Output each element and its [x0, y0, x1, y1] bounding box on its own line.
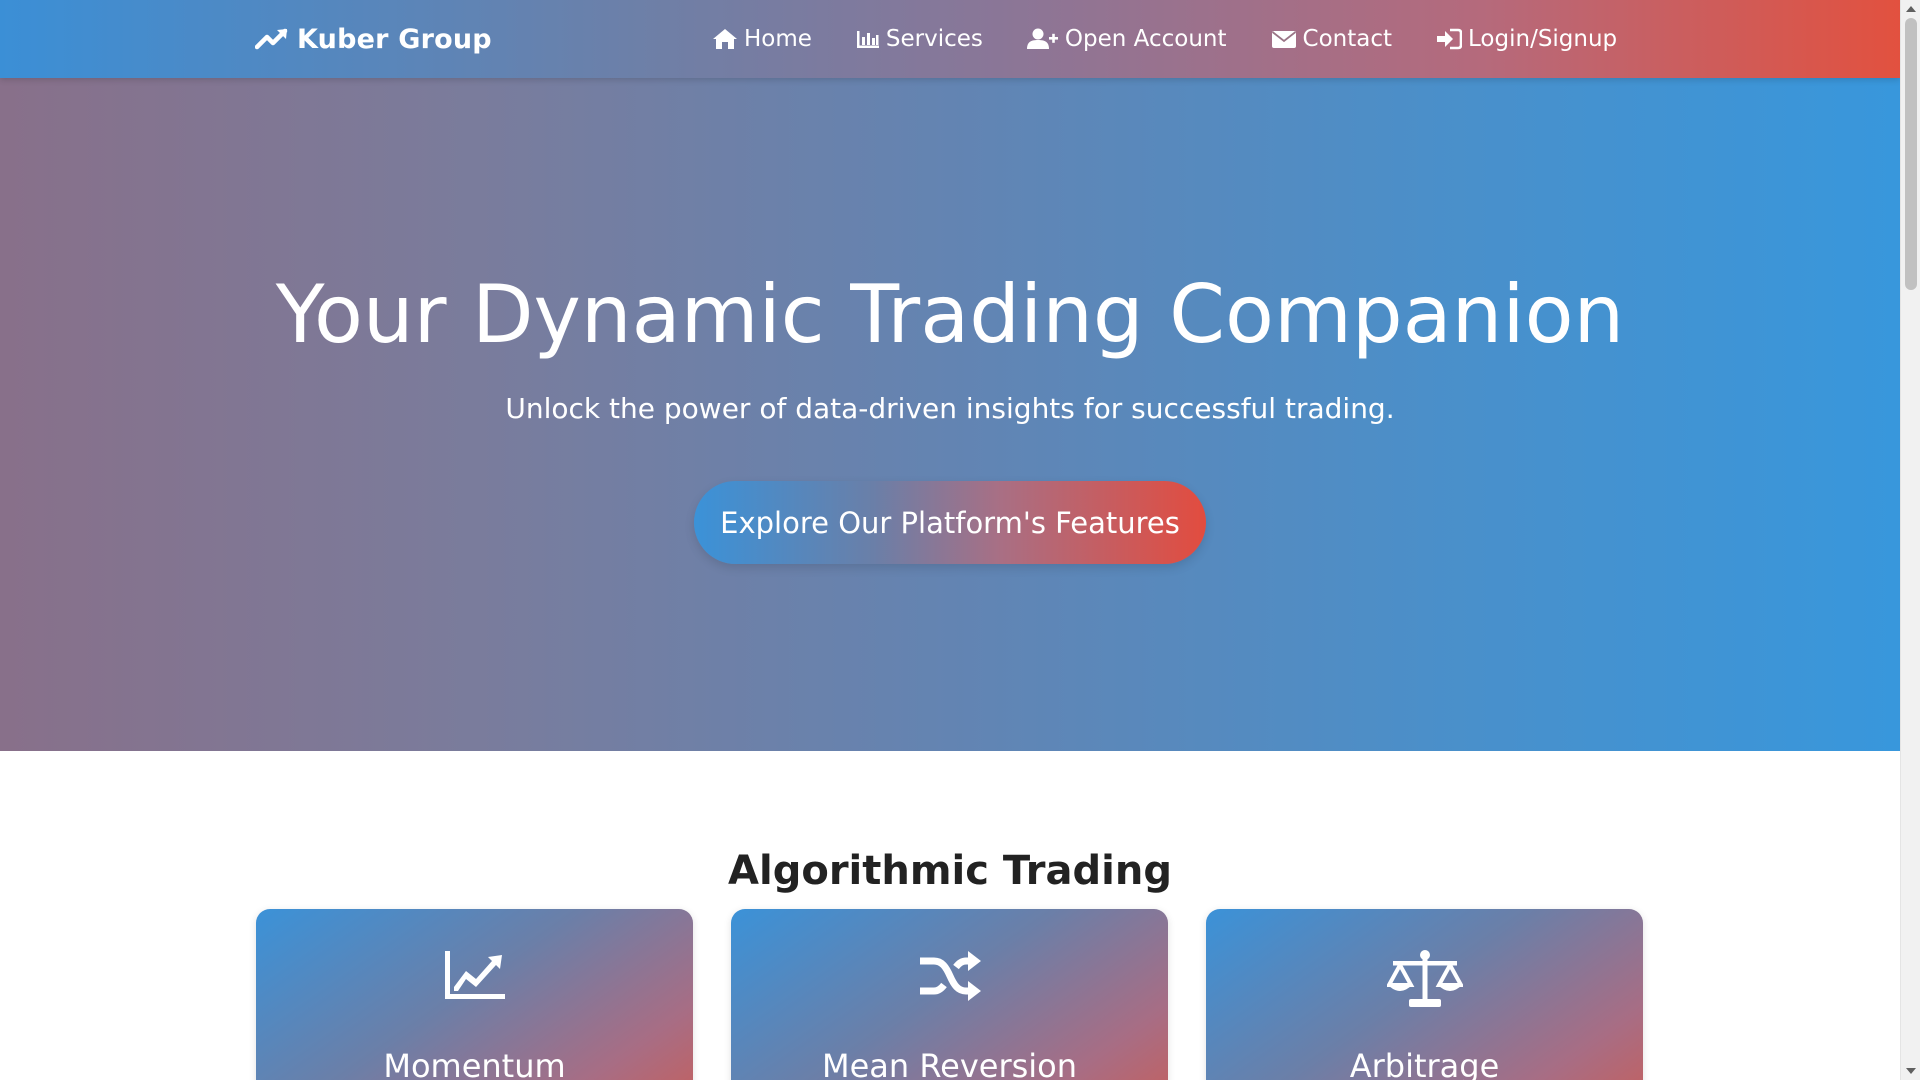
nav-label-home: Home — [744, 26, 812, 52]
shuffle-icon — [731, 949, 1168, 1003]
section-title: Algorithmic Trading — [728, 848, 1172, 894]
card-arbitrage[interactable]: Arbitrage — [1206, 909, 1643, 1080]
hero-subtitle: Unlock the power of data-driven insights… — [505, 392, 1395, 425]
hero-section: Your Dynamic Trading Companion Unlock th… — [0, 78, 1900, 751]
card-title-arbitrage: Arbitrage — [1349, 1047, 1500, 1080]
scroll-up-arrow-icon[interactable] — [1901, 0, 1920, 18]
nav-label-services: Services — [885, 26, 983, 52]
scrollbar-thumb[interactable] — [1905, 18, 1917, 290]
nav-item-open-account[interactable]: Open Account — [1026, 26, 1227, 52]
nav-label-contact: Contact — [1302, 26, 1393, 52]
card-mean-reversion[interactable]: Mean Reversion — [731, 909, 1168, 1080]
page: Kuber Group Home Services Open Account C… — [0, 0, 1900, 1080]
card-title-mean-reversion: Mean Reversion — [821, 1047, 1078, 1080]
brand-name: Kuber Group — [297, 23, 492, 55]
envelope-icon — [1271, 29, 1297, 49]
nav-label-open-account: Open Account — [1064, 26, 1227, 52]
user-plus-icon — [1026, 28, 1059, 50]
balance-scale-icon — [1206, 949, 1643, 1009]
card-momentum[interactable]: Momentum — [256, 909, 693, 1080]
card-title-momentum: Momentum — [383, 1047, 566, 1080]
brand-link[interactable]: Kuber Group — [255, 0, 492, 78]
scroll-down-arrow-icon[interactable] — [1901, 1062, 1920, 1080]
vertical-scrollbar[interactable] — [1900, 0, 1920, 1080]
nav-item-home[interactable]: Home — [712, 26, 812, 52]
nav-item-login[interactable]: Login/Signup — [1436, 26, 1617, 52]
hero-title: Your Dynamic Trading Companion — [275, 268, 1625, 361]
nav-item-contact[interactable]: Contact — [1271, 26, 1392, 52]
sign-in-icon — [1436, 28, 1463, 50]
nav-label-login: Login/Signup — [1468, 26, 1618, 52]
explore-features-button[interactable]: Explore Our Platform's Features — [694, 481, 1206, 564]
trend-up-icon — [255, 27, 289, 51]
bar-chart-icon — [856, 29, 880, 49]
nav-item-services[interactable]: Services — [856, 26, 983, 52]
area-chart-icon — [256, 949, 693, 1001]
nav-links: Home Services Open Account Contact Login… — [712, 0, 1661, 78]
home-icon — [712, 28, 738, 50]
top-navbar: Kuber Group Home Services Open Account C… — [0, 0, 1900, 78]
